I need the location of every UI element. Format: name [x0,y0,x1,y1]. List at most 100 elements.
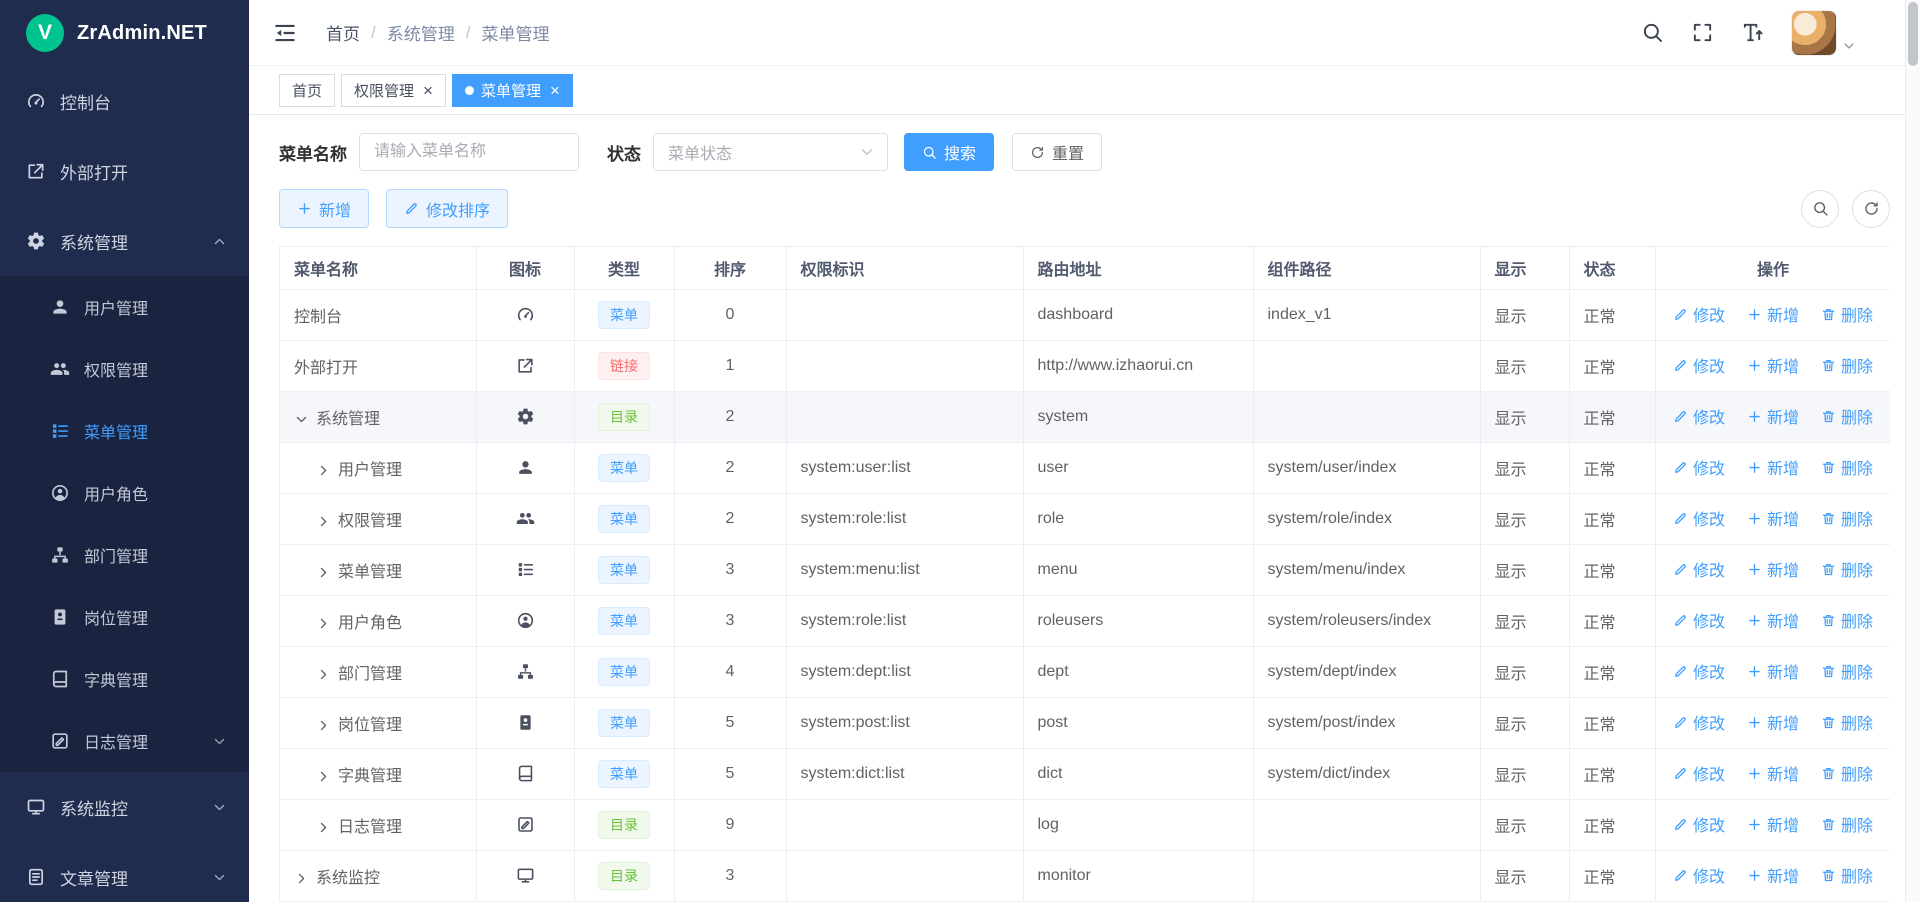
add-link[interactable]: 新增 [1747,761,1799,785]
edit-link[interactable]: 修改 [1673,863,1725,887]
breadcrumb-item-首页[interactable]: 首页 [326,20,360,45]
sort-cell: 9 [674,799,786,850]
chevron-right-icon[interactable] [316,718,331,733]
chevron-down-icon[interactable] [1842,39,1856,53]
tab-权限管理[interactable]: 权限管理× [341,74,446,107]
edit-link[interactable]: 修改 [1673,710,1725,734]
close-icon[interactable]: × [423,82,433,99]
delete-link[interactable]: 删除 [1821,353,1873,377]
column-header-组件路径: 组件路径 [1253,247,1480,289]
delete-link[interactable]: 删除 [1821,557,1873,581]
status-cell: 正常 [1569,544,1655,595]
refresh-circle-button[interactable] [1852,190,1890,228]
add-link[interactable]: 新增 [1747,659,1799,683]
sidebar-item-用户角色[interactable]: 用户角色 [0,462,249,524]
edit-link[interactable]: 修改 [1673,506,1725,530]
font-size-button[interactable] [1741,21,1764,44]
add-button[interactable]: 新增 [279,189,369,228]
menu-name-cell: 部门管理 [280,646,476,697]
edit-link[interactable]: 修改 [1673,659,1725,683]
delete-link[interactable]: 删除 [1821,710,1873,734]
sidebar-item-岗位管理[interactable]: 岗位管理 [0,586,249,648]
user-menu[interactable] [1791,10,1856,56]
sidebar-item-外部打开[interactable]: 外部打开 [0,136,249,206]
search-button[interactable]: 搜索 [904,133,994,171]
chevron-down-icon[interactable] [294,412,309,427]
add-link[interactable]: 新增 [1747,608,1799,632]
component-cell: system/menu/index [1253,544,1480,595]
add-link[interactable]: 新增 [1747,455,1799,479]
sidebar-item-label: 系统管理 [60,229,128,254]
edit-link[interactable]: 修改 [1673,812,1725,836]
delete-link[interactable]: 删除 [1821,761,1873,785]
delete-link[interactable]: 删除 [1821,659,1873,683]
visible-cell: 显示 [1480,442,1569,493]
sidebar-item-label: 菜单管理 [84,419,148,443]
delete-link[interactable]: 删除 [1821,404,1873,428]
add-link[interactable]: 新增 [1747,353,1799,377]
delete-link[interactable]: 删除 [1821,455,1873,479]
page-scrollbar[interactable] [1905,0,1920,902]
sidebar-item-菜单管理[interactable]: 菜单管理 [0,400,249,462]
add-link[interactable]: 新增 [1747,506,1799,530]
delete-link[interactable]: 删除 [1821,302,1873,326]
chevron-right-icon[interactable] [316,565,331,580]
breadcrumb-item-菜单管理[interactable]: 菜单管理 [481,20,549,45]
scrollbar-thumb[interactable] [1908,2,1918,66]
reset-button[interactable]: 重置 [1012,133,1102,171]
chevron-right-icon[interactable] [316,463,331,478]
edit-link[interactable]: 修改 [1673,761,1725,785]
delete-link[interactable]: 删除 [1821,506,1873,530]
edit-link[interactable]: 修改 [1673,557,1725,581]
menu-name-input[interactable] [359,133,579,171]
sidebar-item-权限管理[interactable]: 权限管理 [0,338,249,400]
perm-cell [786,391,1023,442]
dictionary-icon [50,669,70,689]
edit-link[interactable]: 修改 [1673,302,1725,326]
tab-菜单管理[interactable]: 菜单管理× [452,74,573,107]
sidebar-item-字典管理[interactable]: 字典管理 [0,648,249,710]
tab-首页[interactable]: 首页 [279,74,335,107]
delete-link[interactable]: 删除 [1821,812,1873,836]
chevron-right-icon[interactable] [316,769,331,784]
sidebar-item-控制台[interactable]: 控制台 [0,66,249,136]
add-link[interactable]: 新增 [1747,557,1799,581]
sidebar-item-部门管理[interactable]: 部门管理 [0,524,249,586]
edit-icon [1673,511,1688,526]
logo[interactable]: V ZrAdmin.NET [0,0,249,66]
sidebar-toggle-button[interactable] [272,20,298,46]
add-link[interactable]: 新增 [1747,863,1799,887]
add-link[interactable]: 新增 [1747,302,1799,326]
breadcrumb-item-系统管理[interactable]: 系统管理 [387,20,455,45]
add-link[interactable]: 新增 [1747,404,1799,428]
chevron-right-icon[interactable] [294,871,309,886]
chevron-right-icon[interactable] [316,514,331,529]
chevron-right-icon[interactable] [316,616,331,631]
chevron-right-icon[interactable] [316,820,331,835]
edit-link[interactable]: 修改 [1673,455,1725,479]
edit-sort-button[interactable]: 修改排序 [386,189,508,228]
delete-link[interactable]: 删除 [1821,608,1873,632]
sidebar-item-文章管理[interactable]: 文章管理 [0,842,249,902]
add-link[interactable]: 新增 [1747,710,1799,734]
edit-link[interactable]: 修改 [1673,608,1725,632]
sidebar-item-日志管理[interactable]: 日志管理 [0,710,249,772]
perm-cell: system:post:list [786,697,1023,748]
menu-name: 外部打开 [294,360,358,377]
sidebar-item-系统管理[interactable]: 系统管理 [0,206,249,276]
edit-link[interactable]: 修改 [1673,404,1725,428]
component-cell: index_v1 [1253,289,1480,340]
fullscreen-button[interactable] [1691,21,1714,44]
add-link[interactable]: 新增 [1747,812,1799,836]
close-icon[interactable]: × [550,82,560,99]
delete-link[interactable]: 删除 [1821,863,1873,887]
status-select[interactable]: 菜单状态 [653,133,888,171]
chevron-right-icon[interactable] [316,667,331,682]
sidebar-item-用户管理[interactable]: 用户管理 [0,276,249,338]
chevron-up-icon [212,234,227,249]
avatar[interactable] [1791,10,1837,56]
edit-link[interactable]: 修改 [1673,353,1725,377]
sidebar-item-系统监控[interactable]: 系统监控 [0,772,249,842]
search-button[interactable] [1641,21,1664,44]
search-circle-button[interactable] [1801,190,1839,228]
